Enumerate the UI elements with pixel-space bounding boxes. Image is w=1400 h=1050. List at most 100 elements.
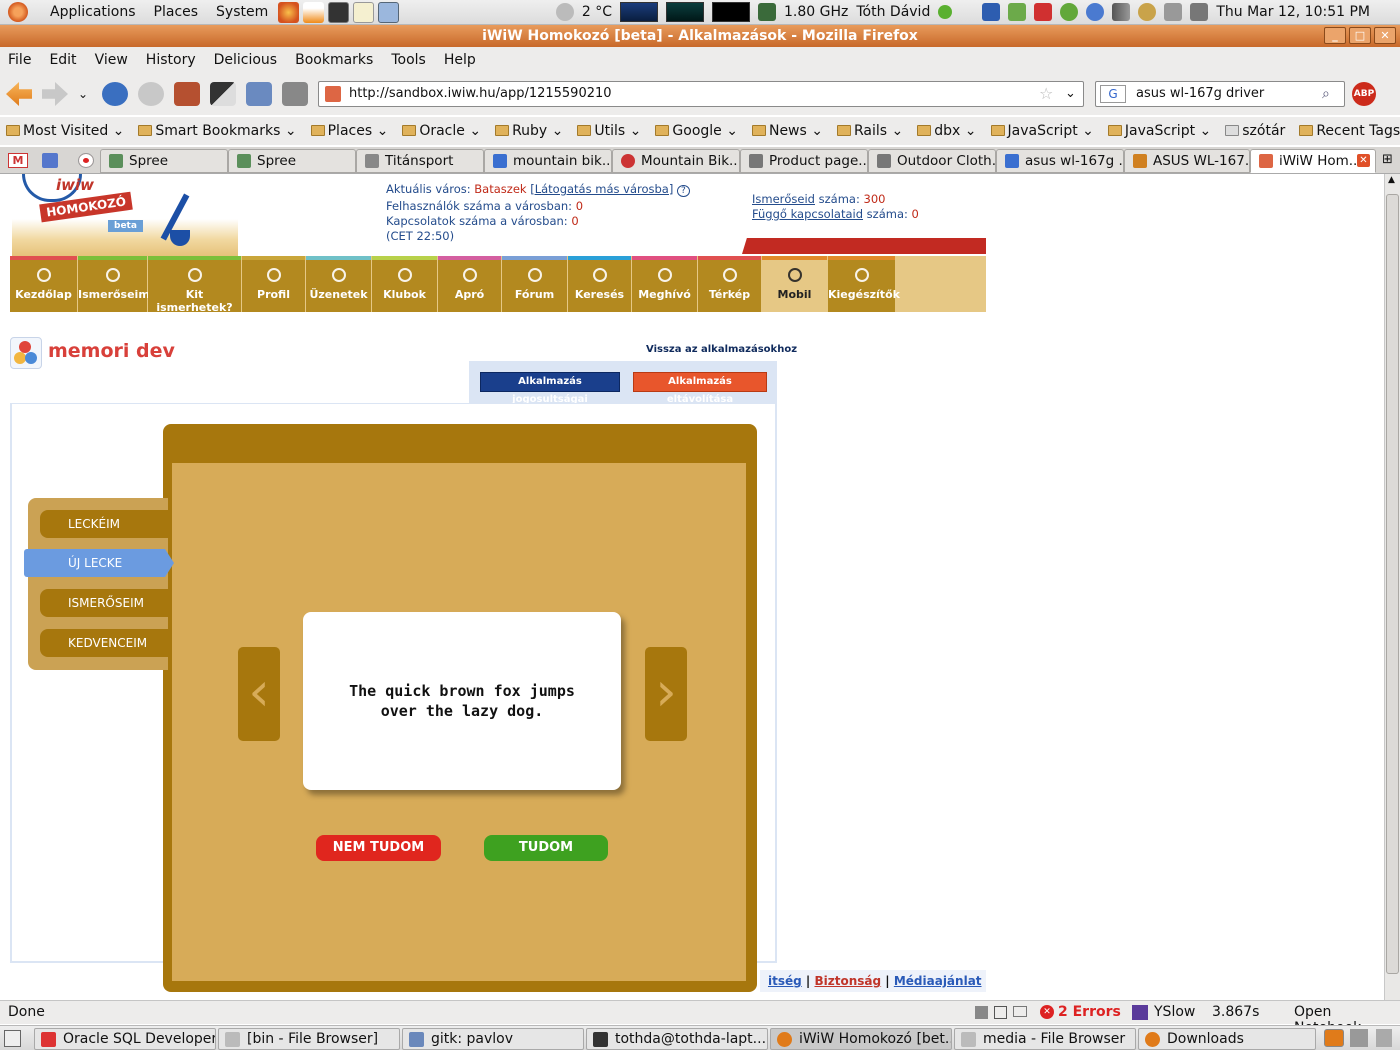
show-desktop-icon[interactable] (4, 1030, 21, 1047)
menu-delicious[interactable]: Delicious (214, 52, 278, 68)
battery-icon[interactable] (1164, 3, 1183, 21)
tab-mountain-bike[interactable]: Mountain Bik... (612, 149, 740, 173)
side-menu-item[interactable]: ÚJ LECKE (24, 549, 174, 577)
bookmark-smart[interactable]: Smart Bookmarks ⌄ (138, 123, 297, 139)
tray-app-icon[interactable] (1350, 1029, 1368, 1047)
screenshot-icon[interactable] (210, 82, 236, 106)
prev-card-button[interactable]: ‹ (238, 647, 280, 741)
yslow-label[interactable]: YSlow (1154, 1004, 1195, 1020)
menu-help[interactable]: Help (444, 52, 476, 68)
side-menu-item[interactable]: KEDVENCEIM (40, 629, 168, 657)
task-terminal[interactable]: tothda@tothda-lapt... (586, 1028, 768, 1050)
know-button[interactable]: TUDOM (484, 835, 608, 861)
bookmark-dbx[interactable]: dbx ⌄ (917, 123, 977, 139)
tab-iwiw-active[interactable]: iWiW Hom... ✕ (1250, 149, 1376, 173)
friends-link[interactable]: Ismerőseid (752, 192, 815, 206)
editor-launcher-icon[interactable] (353, 1, 375, 23)
bookmark-ruby[interactable]: Ruby ⌄ (495, 123, 563, 139)
reload-icon[interactable] (102, 82, 128, 106)
list-all-tabs-icon[interactable]: ⊞ (1382, 152, 1393, 167)
menu-edit[interactable]: Edit (49, 52, 76, 68)
home-icon[interactable] (174, 82, 200, 106)
menu-bookmarks[interactable]: Bookmarks (295, 52, 373, 68)
places-menu[interactable]: Places (154, 4, 199, 20)
ubuntu-logo-icon[interactable] (8, 2, 28, 22)
back-to-apps-link[interactable]: Vissza az alkalmazásokhoz (646, 344, 797, 355)
side-menu-item[interactable]: LECKÉIM (40, 510, 168, 538)
rss-icon[interactable] (42, 153, 58, 168)
stop-icon[interactable] (138, 82, 164, 106)
refresh-icon[interactable] (1086, 3, 1105, 21)
nav-item[interactable]: Profil (242, 256, 306, 312)
bookmark-utils[interactable]: Utils ⌄ (577, 123, 641, 139)
adblock-icon[interactable]: ABP (1352, 82, 1376, 106)
nav-item[interactable]: Térkép (698, 256, 762, 312)
tray-trash-icon[interactable] (1376, 1029, 1392, 1047)
bookmark-places[interactable]: Places ⌄ (310, 123, 388, 139)
vlc-launcher-icon[interactable] (303, 1, 325, 23)
task-firefox-iwiw[interactable]: iWiW Homokozó [bet... (770, 1028, 952, 1050)
footer-help-link[interactable]: itség (768, 974, 802, 988)
clock[interactable]: Thu Mar 12, 10:51 PM (1216, 4, 1370, 20)
errors-count[interactable]: 2 Errors (1058, 1004, 1121, 1020)
dont-know-button[interactable]: NEM TUDOM (316, 835, 441, 861)
bookmark-google[interactable]: Google ⌄ (655, 123, 738, 139)
tab-titansport[interactable]: Titánsport (356, 149, 484, 173)
search-icon[interactable]: ⌕ (1322, 82, 1330, 106)
pending-link[interactable]: Függő kapcsolataid (752, 207, 863, 221)
footer-security-link[interactable]: Biztonság (814, 974, 881, 988)
mail-icon[interactable] (1013, 1006, 1027, 1017)
task-bin-file-browser[interactable]: [bin - File Browser] (218, 1028, 400, 1050)
task-downloads[interactable]: Downloads (1138, 1028, 1316, 1050)
app-permissions-button[interactable]: Alkalmazás jogosultságai (480, 372, 620, 405)
tab-product-page[interactable]: Product page... (740, 149, 868, 173)
flashcard[interactable]: The quick brown fox jumps over the lazy … (303, 612, 621, 790)
bookmark-recent-tags[interactable]: Recent Tags ⌄ (1299, 123, 1400, 139)
firefox-launcher-icon[interactable] (278, 1, 300, 23)
forward-arrow-icon[interactable] (42, 82, 68, 106)
remove-app-button[interactable]: Alkalmazás eltávolítása (633, 372, 767, 405)
tab-spree-2[interactable]: Spree (228, 149, 356, 173)
scroll-thumb[interactable] (1386, 194, 1399, 974)
chat-icon[interactable] (1008, 3, 1027, 21)
menu-tools[interactable]: Tools (391, 52, 426, 68)
task-media-file-browser[interactable]: media - File Browser (954, 1028, 1136, 1050)
terminal-launcher-icon[interactable] (328, 1, 350, 23)
vertical-scrollbar[interactable]: ▲ (1384, 174, 1400, 1000)
bookmark-news[interactable]: News ⌄ (751, 123, 823, 139)
user-name[interactable]: Tóth Dávid (856, 4, 930, 20)
scroll-up-icon[interactable]: ▲ (1388, 175, 1395, 185)
nav-item[interactable]: Apró (438, 256, 502, 312)
bookmark-oracle[interactable]: Oracle ⌄ (402, 123, 481, 139)
bookmark-szotar[interactable]: szótár (1225, 123, 1285, 139)
flag-icon[interactable] (78, 153, 94, 168)
footer-media-link[interactable]: Médiaajánlat (894, 974, 982, 988)
history-dropdown-icon[interactable]: ⌄ (78, 82, 90, 106)
nav-item[interactable]: Kit ismerhetek? (148, 256, 242, 314)
maximize-icon[interactable]: □ (1349, 27, 1371, 44)
visit-city-link[interactable]: [Látogatás más városba] (530, 182, 673, 196)
url-bar[interactable]: http://sandbox.iwiw.hu/app/1215590210 ☆ … (318, 81, 1084, 107)
tray-firefox-icon[interactable] (1324, 1029, 1344, 1047)
nav-item[interactable]: Fórum (502, 256, 568, 312)
update-icon[interactable] (1034, 3, 1053, 21)
volume-icon[interactable] (1190, 3, 1209, 21)
sync-icon[interactable] (1060, 3, 1079, 21)
bluetooth-icon[interactable] (982, 3, 1001, 21)
yslow-icon[interactable] (1132, 1005, 1148, 1020)
tab-mountain-bike-google[interactable]: mountain bik... (484, 149, 612, 173)
tag-icon[interactable] (282, 82, 308, 106)
weather-icon[interactable] (555, 3, 574, 21)
tab-outdoor-clothing[interactable]: Outdoor Cloth... (868, 149, 996, 173)
menu-file[interactable]: File (8, 52, 31, 68)
nav-item[interactable]: Mobil (762, 256, 828, 312)
side-menu-item[interactable]: ISMERŐSEIM (40, 589, 168, 617)
grid-icon[interactable] (994, 1006, 1007, 1019)
nav-item[interactable]: Kezdőlap (10, 256, 78, 312)
nav-item[interactable]: Kiegészítők (828, 256, 900, 312)
task-oracle-sql-developer[interactable]: Oracle SQL Developer (34, 1028, 216, 1050)
nav-item[interactable]: Keresés (568, 256, 632, 312)
tab-spree-1[interactable]: Spree (100, 149, 228, 173)
search-bar[interactable]: G asus wl-167g driver ⌕ (1095, 81, 1345, 107)
menu-view[interactable]: View (95, 52, 128, 68)
